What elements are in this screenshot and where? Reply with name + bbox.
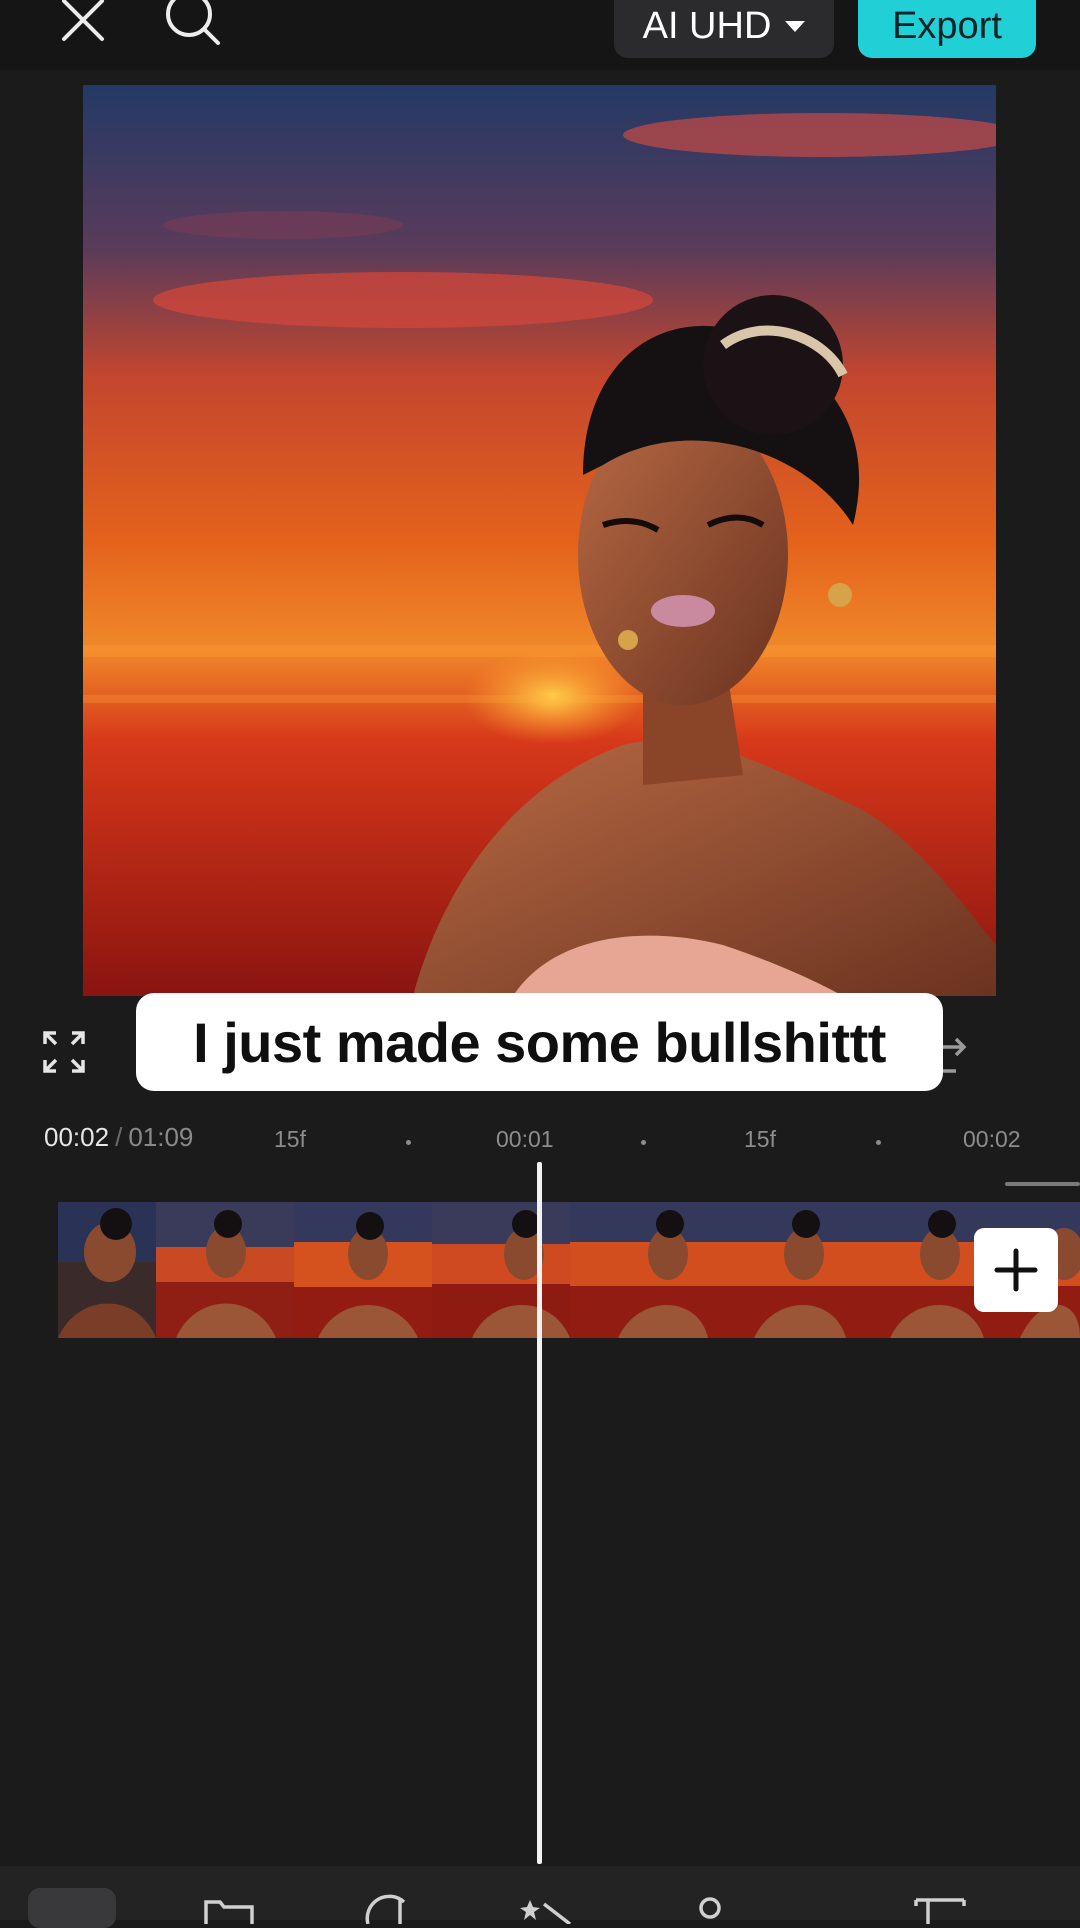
quality-dropdown[interactable]: AI UHD: [614, 0, 834, 58]
time-separator: /: [115, 1122, 123, 1152]
close-button[interactable]: [55, 0, 111, 48]
close-icon: [62, 0, 104, 41]
current-time: 00:02: [44, 1122, 110, 1152]
ruler-label: 00:02: [963, 1126, 1021, 1152]
clip-thumbnail: [294, 1202, 432, 1338]
export-button[interactable]: Export: [858, 0, 1036, 58]
ruler-label: 15f: [744, 1126, 776, 1152]
total-time: 01:09: [128, 1122, 194, 1152]
ruler-dot: [641, 1140, 646, 1145]
clip-thumbnail: [58, 1202, 156, 1338]
add-clip-button[interactable]: [974, 1228, 1058, 1312]
search-icon: [166, 0, 220, 45]
fullscreen-button[interactable]: [40, 1028, 88, 1076]
caret-down-icon: [785, 20, 806, 32]
toolbar-selected-tool[interactable]: [28, 1888, 116, 1928]
plus-icon: [994, 1248, 1038, 1292]
clip-thumbnail: [432, 1202, 570, 1338]
clip-thumbnail: [708, 1202, 846, 1338]
ruler-label: 15f: [274, 1126, 306, 1152]
quality-label: AI UHD: [642, 4, 772, 47]
clip-thumbnail: [156, 1202, 294, 1338]
timecode: 00:02/01:09: [44, 1122, 193, 1153]
clip-thumbnail: [846, 1202, 984, 1338]
caption-text[interactable]: I just made some bullshittt: [136, 993, 943, 1091]
video-frame: [83, 85, 996, 996]
export-label: Export: [892, 4, 1002, 47]
search-button[interactable]: [163, 0, 223, 48]
clip-thumbnail: [570, 1202, 708, 1338]
playhead[interactable]: [537, 1162, 542, 1864]
ruler-label: 00:01: [496, 1126, 554, 1152]
video-preview[interactable]: [83, 85, 996, 996]
video-clip-track[interactable]: [58, 1202, 1080, 1338]
fullscreen-icon: [43, 1031, 85, 1073]
track-indicator: [1005, 1182, 1080, 1186]
ruler-dot: [406, 1140, 411, 1145]
ruler-dot: [876, 1140, 881, 1145]
